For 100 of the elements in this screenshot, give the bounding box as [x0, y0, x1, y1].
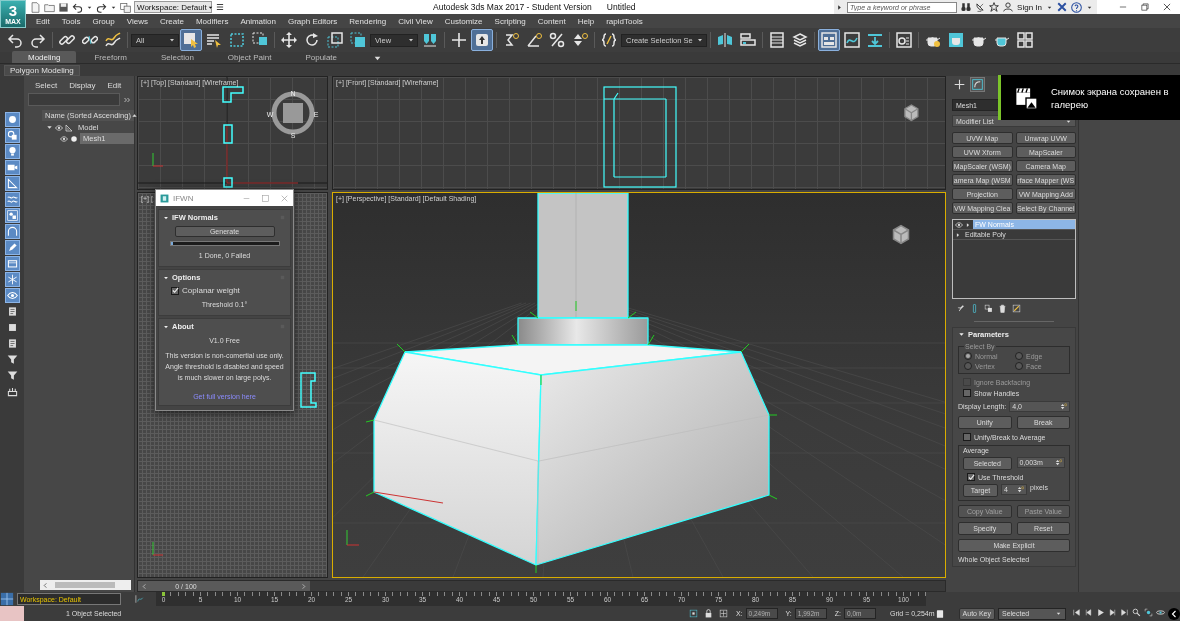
binoculars-icon[interactable] [961, 2, 972, 12]
group-icon[interactable] [4, 208, 20, 223]
menu-icon[interactable] [215, 2, 225, 12]
modify-curve-icon[interactable] [970, 77, 985, 92]
menu-item[interactable]: Tools [55, 16, 87, 26]
panel-layout-icon[interactable] [817, 29, 840, 51]
play-icon[interactable] [1096, 607, 1105, 617]
redo-icon[interactable] [96, 1, 107, 13]
expand-arrow-icon[interactable] [163, 214, 169, 221]
zoom-icon[interactable] [1132, 607, 1141, 617]
go-to-end-icon[interactable] [1120, 607, 1129, 617]
collapse-arrow-icon[interactable] [836, 3, 844, 11]
sign-in-button[interactable]: Sign In [1017, 2, 1042, 12]
triangle-ruler-icon[interactable] [4, 176, 20, 191]
restore-icon[interactable] [1140, 2, 1150, 12]
checkbox[interactable] [171, 286, 179, 295]
ribbon-tab[interactable]: Selection [144, 51, 210, 63]
previous-frame-icon[interactable] [1084, 607, 1093, 617]
menu-item[interactable]: Select [35, 81, 58, 90]
transform-axis-line [373, 491, 444, 504]
eye-icon[interactable] [60, 134, 68, 143]
menu-item[interactable]: Content [531, 16, 572, 26]
new-file-icon[interactable] [30, 1, 41, 13]
script-listener-field[interactable] [0, 606, 24, 621]
zoom-extents-icon[interactable] [1144, 607, 1153, 617]
save-icon[interactable] [58, 1, 69, 13]
viewcube-icon[interactable] [904, 104, 919, 122]
container-icon[interactable] [4, 256, 20, 271]
menu-item[interactable]: Display [69, 81, 96, 90]
lock-icon[interactable] [703, 609, 713, 618]
waves-icon[interactable] [4, 192, 20, 207]
trash-icon[interactable] [998, 304, 1007, 313]
isolate-icon[interactable] [688, 609, 698, 618]
checkbox[interactable] [963, 433, 971, 441]
satellite-dish-icon[interactable] [975, 2, 986, 12]
search-field[interactable] [28, 93, 120, 106]
ribbon-tab[interactable]: Freeform [78, 51, 143, 63]
plus-icon[interactable] [952, 77, 967, 92]
go-to-start-icon[interactable] [1072, 607, 1081, 617]
checkbox[interactable] [963, 389, 971, 397]
layout-icon[interactable] [0, 592, 14, 606]
menu-item[interactable]: Group [86, 16, 121, 26]
expand-arrow-icon[interactable] [373, 54, 382, 63]
menu-item[interactable]: Views [120, 16, 154, 26]
bar-icon[interactable] [970, 304, 979, 313]
menu-item[interactable]: Edit [107, 81, 122, 90]
orbit-icon[interactable] [1156, 607, 1165, 617]
left-chevron-icon [141, 582, 148, 590]
ribbon-tab[interactable]: Object Paint [211, 51, 288, 63]
arch-icon[interactable] [4, 224, 20, 239]
horizontal-scrollbar[interactable] [40, 580, 131, 590]
menu-item[interactable]: Create [153, 16, 190, 26]
menu-item[interactable]: Modifiers [189, 16, 235, 26]
scale-icon[interactable] [324, 29, 346, 51]
eye-icon[interactable] [55, 123, 63, 132]
undo-icon[interactable] [72, 1, 83, 13]
pen-icon[interactable] [4, 240, 20, 255]
ribbon-panel-tab[interactable]: Polygon Modeling [4, 64, 80, 76]
shapes-icon[interactable] [4, 128, 20, 143]
expand-arrow-icon[interactable] [958, 331, 965, 338]
close-icon[interactable] [1162, 2, 1172, 12]
expand-arrow-icon[interactable] [163, 323, 169, 330]
x-logo-icon[interactable] [1057, 2, 1067, 12]
expand-arrow-icon[interactable] [163, 274, 169, 281]
up-arrow-box-icon[interactable] [471, 29, 493, 51]
snowflake-icon[interactable] [4, 272, 20, 287]
edit-list-icon[interactable] [1012, 304, 1021, 313]
star-icon[interactable] [989, 2, 1000, 12]
menu-item[interactable]: Graph Editors [281, 16, 344, 26]
lightbulb-icon[interactable] [4, 144, 20, 159]
menu-item[interactable]: Animation [234, 16, 282, 26]
menu-item[interactable]: Civil View [392, 16, 439, 26]
viewcube-icon[interactable] [892, 224, 910, 245]
menu-item[interactable]: Customize [438, 16, 489, 26]
menu-item[interactable]: rapidTools [600, 16, 649, 26]
project-folder-icon[interactable] [120, 1, 131, 13]
pointer-icon[interactable] [180, 29, 202, 51]
ribbon-tab[interactable]: Populate [289, 51, 353, 63]
eye-icon[interactable] [4, 288, 20, 303]
workspace-dropdown[interactable]: Workspace: Default [134, 1, 212, 13]
camera-icon[interactable] [4, 160, 20, 175]
next-frame-icon[interactable] [1108, 607, 1117, 617]
absolute-mode-icon[interactable] [718, 609, 728, 618]
checkbox[interactable] [967, 473, 975, 481]
menu-item[interactable]: Rendering [343, 16, 393, 26]
help-icon[interactable] [1071, 1, 1082, 13]
pin-icon[interactable] [956, 304, 965, 313]
instances-icon[interactable] [984, 304, 993, 313]
expand-arrow-icon[interactable] [46, 124, 53, 131]
curve-key-icon[interactable] [134, 594, 144, 604]
spinner-arrows-icon [1060, 403, 1067, 410]
menu-item[interactable]: Scripting [488, 16, 532, 26]
arrow-circle-icon[interactable] [1168, 607, 1180, 620]
ribbon-tab[interactable]: Modeling [12, 51, 77, 63]
eye-icon[interactable] [955, 220, 963, 229]
menu-item[interactable]: Edit [30, 16, 56, 26]
menu-item[interactable]: Help [571, 16, 601, 26]
spinner-arrows-icon [1017, 486, 1024, 493]
key-field-icon[interactable] [934, 608, 945, 619]
folder-icon[interactable] [44, 1, 55, 13]
